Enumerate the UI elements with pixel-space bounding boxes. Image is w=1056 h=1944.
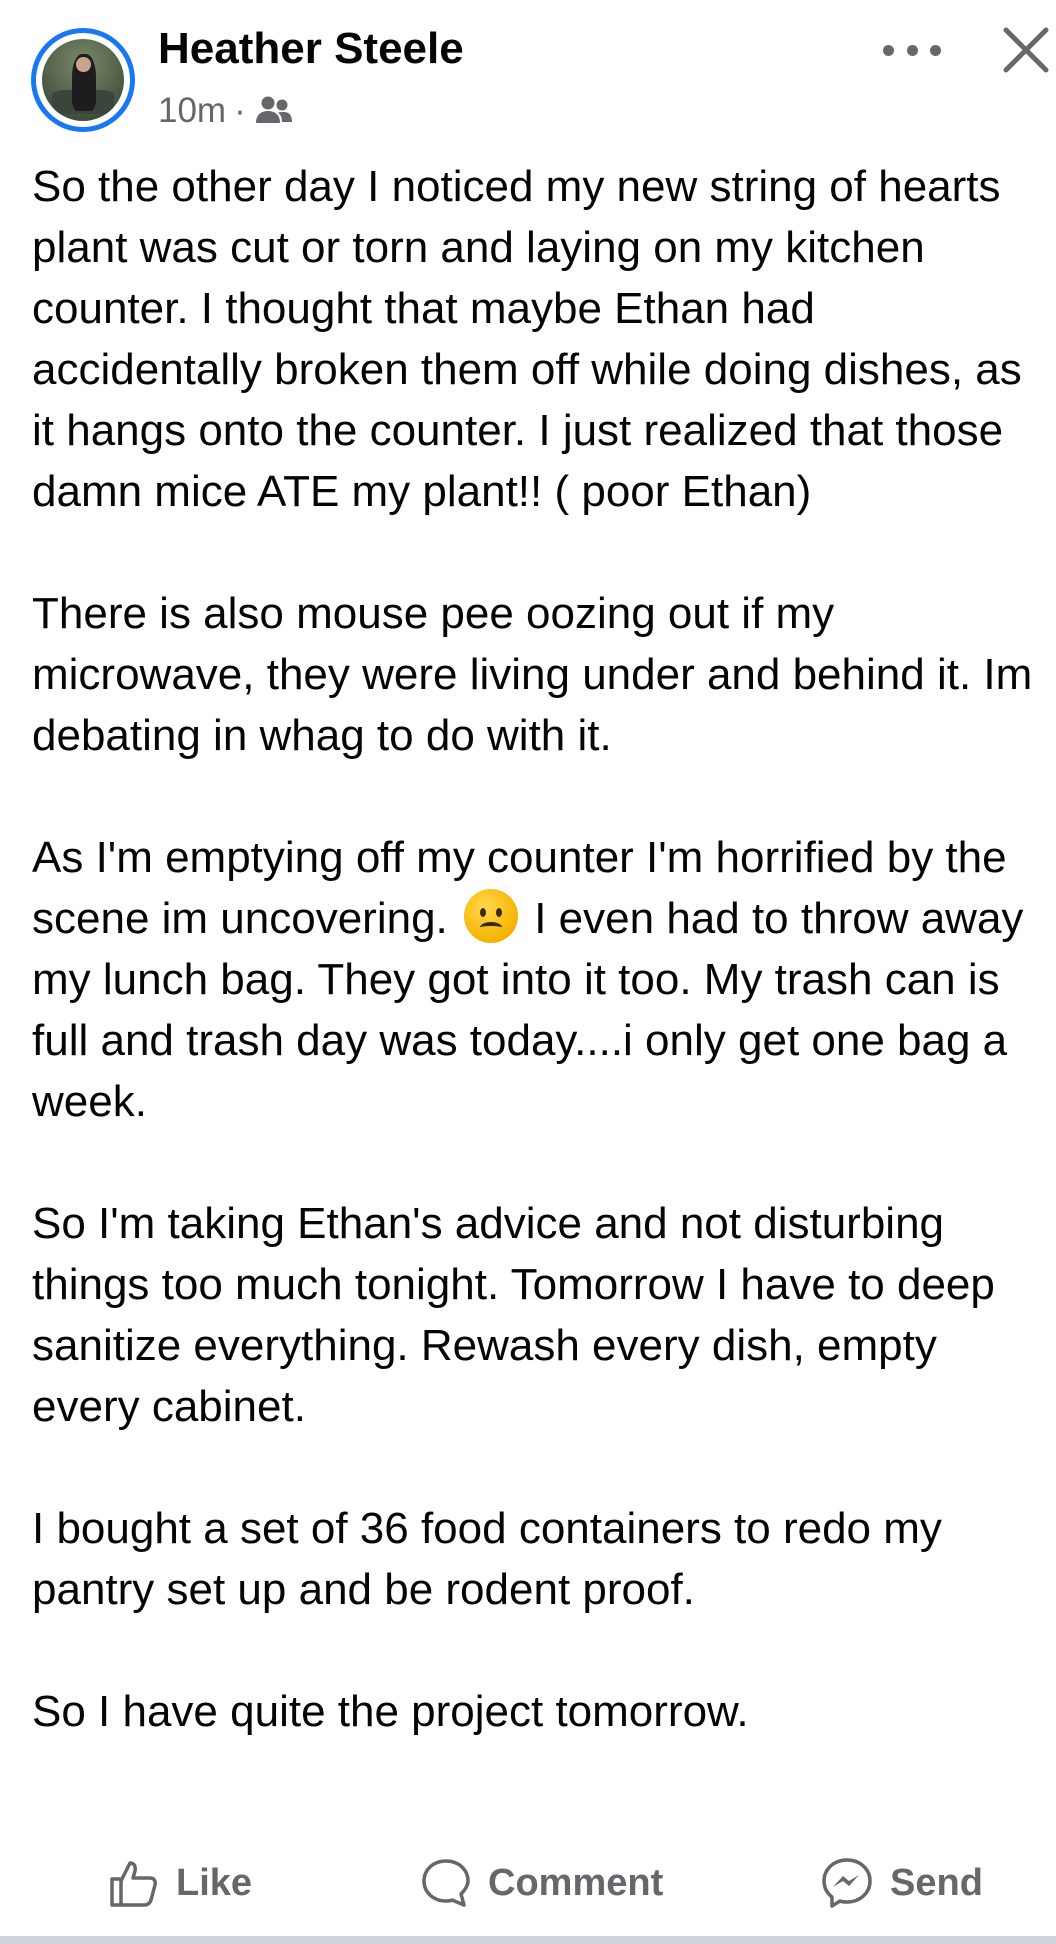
send-button[interactable]: Send [820, 1848, 983, 1918]
comment-label: Comment [488, 1861, 664, 1904]
meta-separator: · [234, 91, 246, 130]
post-paragraph: So the other day I noticed my new string… [32, 162, 1022, 516]
bottom-divider [0, 1936, 1056, 1944]
post-time[interactable]: 10m [158, 91, 226, 131]
thumbs-up-icon [110, 1861, 157, 1907]
post-paragraph: I bought a set of 36 food containers to … [32, 1504, 942, 1614]
post-paragraph: There is also mouse pee oozing out if my… [32, 589, 1033, 760]
profile-photo [42, 39, 124, 121]
post-meta: 10m · [158, 88, 294, 134]
more-dot-icon [930, 44, 941, 56]
friends-icon[interactable] [254, 93, 294, 129]
send-label: Send [890, 1861, 983, 1904]
close-icon[interactable] [998, 22, 1054, 78]
post-action-bar: Like Comment Send [0, 1848, 1056, 1918]
messenger-icon [822, 1858, 872, 1908]
author-name[interactable]: Heather Steele [158, 24, 464, 74]
more-options-button[interactable] [880, 28, 944, 72]
post-text: So the other day I noticed my new string… [32, 156, 1052, 1742]
comment-button[interactable]: Comment [420, 1848, 663, 1918]
frowning-face-emoji-icon [464, 889, 518, 943]
post-paragraph: So I'm taking Ethan's advice and not dis… [32, 1199, 995, 1431]
avatar[interactable] [31, 28, 135, 132]
post-header: Heather Steele 10m · [0, 0, 1056, 150]
post-paragraph: As I'm emptying off my counter I'm horri… [32, 827, 1052, 1132]
more-dot-icon [906, 44, 918, 56]
like-button[interactable]: Like [108, 1848, 252, 1918]
post-paragraph: So I have quite the project tomorrow. [32, 1687, 749, 1736]
more-dot-icon [883, 44, 894, 56]
comment-bubble-icon [422, 1859, 470, 1907]
like-label: Like [176, 1861, 253, 1904]
